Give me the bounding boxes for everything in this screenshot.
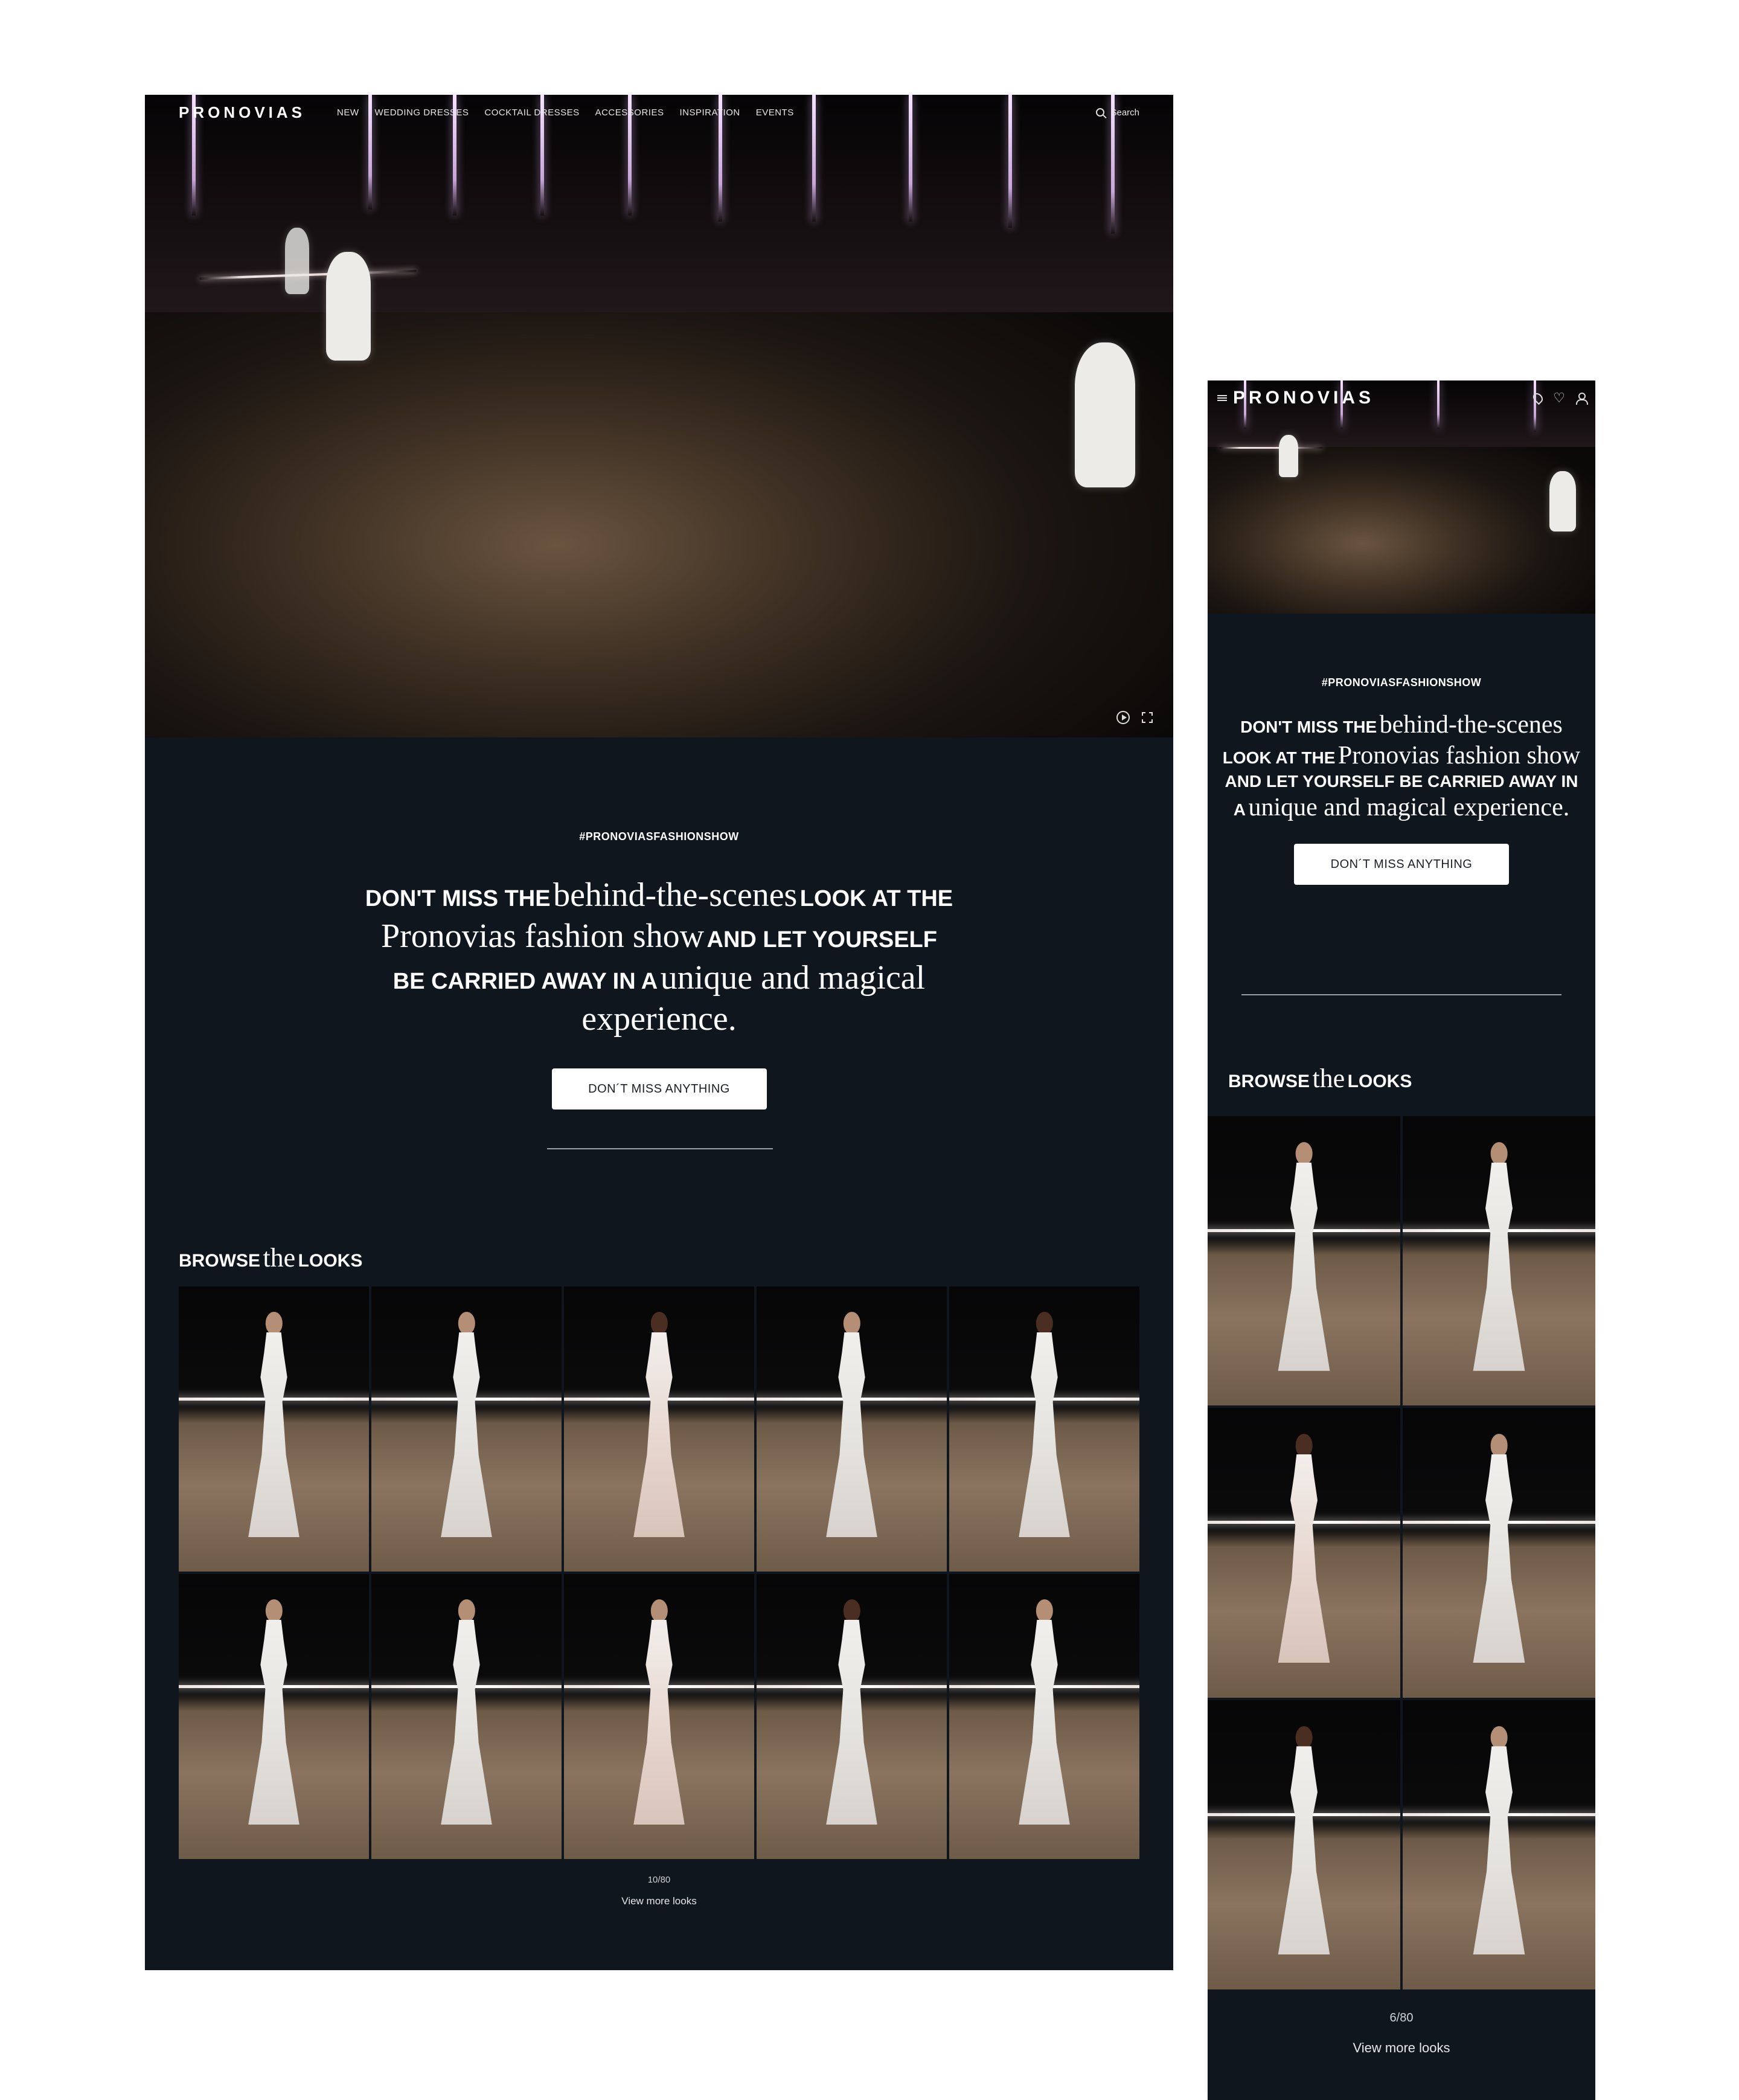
search-icon (1096, 108, 1105, 117)
runway-model (1549, 471, 1576, 531)
look-card[interactable] (1403, 1408, 1595, 1698)
top-nav: PRONOVIAS NEW WEDDING DRESSES COCKTAIL D… (145, 95, 1173, 130)
menu-icon[interactable] (1217, 395, 1227, 401)
looks-counter: 10/80 (647, 1875, 671, 1885)
divider (1241, 994, 1561, 995)
nav-events[interactable]: EVENTS (756, 108, 794, 118)
look-card[interactable] (371, 1286, 562, 1572)
look-card[interactable] (179, 1286, 369, 1572)
intro-section: #PRONOVIASFASHIONSHOW DON'T MISS THE beh… (145, 830, 1173, 1110)
headline: DON'T MISS THE behind-the-scenes LOOK AT… (1222, 711, 1581, 821)
hashtag: #PRONOVIASFASHIONSHOW (579, 830, 739, 843)
look-card[interactable] (1403, 1116, 1595, 1406)
nav-links: NEW WEDDING DRESSES COCKTAIL DRESSES ACC… (337, 108, 794, 118)
brand-logo[interactable]: PRONOVIAS (179, 103, 306, 122)
runway-model (1279, 435, 1298, 477)
view-more-looks-link[interactable]: View more looks (1208, 2040, 1595, 2056)
look-card[interactable] (757, 1574, 947, 1859)
look-card[interactable] (1208, 1116, 1400, 1406)
browse-looks-heading: BROWSE the LOOKS (179, 1243, 363, 1273)
nav-cocktail-dresses[interactable]: COCKTAIL DRESSES (484, 108, 579, 118)
look-card[interactable] (179, 1574, 369, 1859)
look-card[interactable] (371, 1574, 562, 1859)
look-card[interactable] (1403, 1700, 1595, 1989)
browse-looks-heading: BROWSE the LOOKS (1228, 1064, 1412, 1093)
video-controls (1116, 711, 1153, 724)
look-card[interactable] (1208, 1408, 1400, 1698)
fullscreen-icon[interactable] (1142, 712, 1153, 723)
nav-inspiration[interactable]: INSPIRATION (679, 108, 740, 118)
nav-new[interactable]: NEW (337, 108, 359, 118)
dont-miss-anything-button[interactable]: DON´T MISS ANYTHING (551, 1068, 767, 1110)
runway-model (326, 252, 371, 361)
dont-miss-anything-button[interactable]: DON´T MISS ANYTHING (1294, 843, 1509, 885)
runway-model (1075, 342, 1135, 487)
mobile-view: PRONOVIAS ♡ #PRONOVIASFASHIONSHOW DON'T … (1208, 381, 1595, 2100)
divider (547, 1148, 773, 1149)
nav-accessories[interactable]: ACCESSORIES (595, 108, 664, 118)
location-icon[interactable] (1531, 391, 1545, 405)
looks-grid (179, 1286, 1139, 1859)
user-icon[interactable] (1576, 393, 1588, 405)
looks-counter: 6/80 (1389, 2011, 1414, 2025)
intro-section: #PRONOVIASFASHIONSHOW DON'T MISS THE beh… (1208, 676, 1595, 885)
look-card[interactable] (1208, 1700, 1400, 1989)
mobile-nav: PRONOVIAS ♡ (1208, 381, 1595, 416)
look-card[interactable] (564, 1574, 754, 1859)
hero-video[interactable]: PRONOVIAS NEW WEDDING DRESSES COCKTAIL D… (145, 95, 1173, 737)
look-card[interactable] (757, 1286, 947, 1572)
looks-grid (1208, 1116, 1595, 1989)
desktop-view: PRONOVIAS NEW WEDDING DRESSES COCKTAIL D… (145, 95, 1173, 1970)
hero-video[interactable]: PRONOVIAS ♡ (1208, 381, 1595, 614)
brand-logo[interactable]: PRONOVIAS (1233, 388, 1374, 408)
look-card[interactable] (564, 1286, 754, 1572)
nav-wedding-dresses[interactable]: WEDDING DRESSES (375, 108, 469, 118)
look-card[interactable] (949, 1574, 1139, 1859)
search-button[interactable]: Search (1096, 108, 1139, 118)
search-label: Search (1110, 107, 1139, 118)
play-icon[interactable] (1116, 711, 1130, 724)
headline: DON'T MISS THE behind-the-scenes LOOK AT… (365, 876, 953, 1038)
view-more-looks-link[interactable]: View more looks (145, 1895, 1173, 1907)
runway-model (285, 228, 309, 294)
hashtag: #PRONOVIASFASHIONSHOW (1321, 676, 1482, 689)
look-card[interactable] (949, 1286, 1139, 1572)
heart-icon[interactable]: ♡ (1553, 391, 1565, 405)
